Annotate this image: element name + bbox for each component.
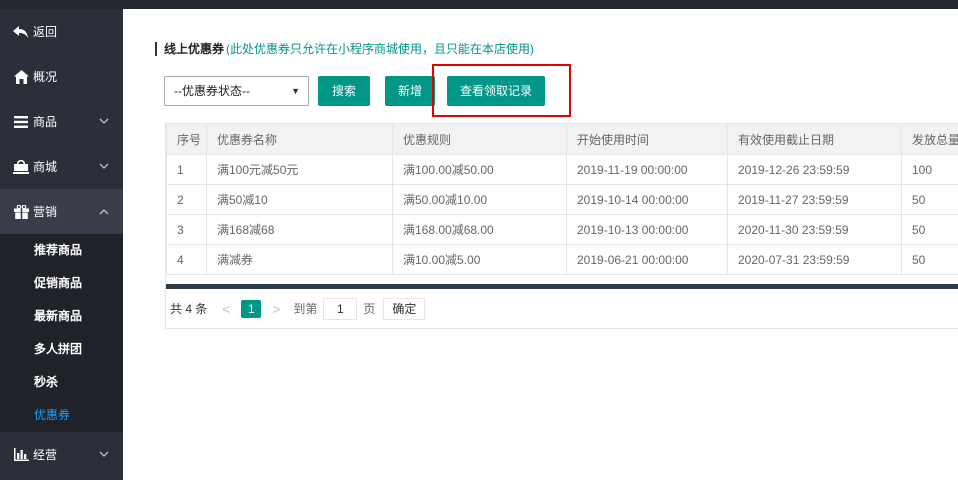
- confirm-page-button[interactable]: 确定: [383, 297, 426, 320]
- column-header: 优惠券名称: [206, 123, 393, 155]
- table-row[interactable]: 4 满减券 满10.00减5.00 2019-06-21 00:00:00 20…: [166, 244, 958, 275]
- sidebar-item-label: 营销: [33, 205, 58, 219]
- list-icon: [13, 114, 29, 130]
- sidebar-subitem-newest[interactable]: 最新商品: [0, 300, 123, 333]
- column-header: 发放总量: [901, 123, 958, 155]
- table-cell: 满168减68: [206, 214, 393, 245]
- table-cell: 50: [901, 244, 958, 275]
- coupon-status-select[interactable]: --优惠券状态-- ▼: [164, 76, 309, 106]
- goto-page-input[interactable]: 1: [323, 297, 358, 320]
- current-page-button[interactable]: 1: [241, 299, 262, 318]
- table-header-row: 序号 优惠券名称 优惠规则 开始使用时间 有效使用截止日期 发放总量: [166, 123, 958, 155]
- marketing-submenu: 推荐商品 促销商品 最新商品 多人拼团 秒杀 优惠券: [0, 234, 123, 432]
- table-cell: 满10.00减5.00: [392, 244, 567, 275]
- sidebar-item-label: 商品: [33, 115, 58, 129]
- table-cell: 2020-07-31 23:59:59: [727, 244, 902, 275]
- sidebar-item-label: 商城: [33, 160, 58, 174]
- table-cell: 2: [166, 184, 207, 215]
- table-cell: 4: [166, 244, 207, 275]
- back-arrow-icon: [13, 24, 29, 40]
- sidebar-subitem-promotion[interactable]: 促销商品: [0, 267, 123, 300]
- sidebar-subitem-flash-sale[interactable]: 秒杀: [0, 366, 123, 399]
- sidebar-subitem-group-buy[interactable]: 多人拼团: [0, 333, 123, 366]
- highlight-box: [432, 64, 571, 117]
- sidebar: 返回 概况 商品 商城 营销 推荐商品 促销商品 最新商品 多人拼团 秒杀 优惠…: [0, 9, 123, 480]
- table-row[interactable]: 2 满50减10 满50.00减10.00 2019-10-14 00:00:0…: [166, 184, 958, 215]
- sidebar-item-business[interactable]: 经营: [0, 432, 123, 477]
- main-content: 线上优惠券 (此处优惠券只允许在小程序商城使用，且只能在本店使用) --优惠券状态…: [123, 9, 958, 480]
- table-cell: 2019-06-21 00:00:00: [566, 244, 728, 275]
- table-cell: 2020-11-30 23:59:59: [727, 214, 902, 245]
- chevron-down-icon: [99, 159, 109, 173]
- sidebar-item-back[interactable]: 返回: [0, 9, 123, 54]
- table-cell: 满50.00减10.00: [392, 184, 567, 215]
- prev-page-button[interactable]: <: [217, 301, 235, 317]
- column-header: 优惠规则: [392, 123, 567, 155]
- sidebar-item-overview[interactable]: 概况: [0, 54, 123, 99]
- table-row[interactable]: 1 满100元减50元 满100.00减50.00 2019-11-19 00:…: [166, 154, 958, 185]
- sidebar-item-label: 概况: [33, 70, 58, 84]
- page-unit-label: 页: [363, 302, 376, 316]
- gift-icon: [13, 204, 29, 220]
- table-cell: 100: [901, 154, 958, 185]
- column-header: 开始使用时间: [566, 123, 728, 155]
- table-cell: 2019-10-13 00:00:00: [566, 214, 728, 245]
- goto-label: 到第: [293, 302, 318, 316]
- table-cell: 2019-12-26 23:59:59: [727, 154, 902, 185]
- table-cell: 50: [901, 184, 958, 215]
- table-cell: 满50减10: [206, 184, 393, 215]
- chevron-down-icon: [99, 447, 109, 461]
- sidebar-subitem-coupons[interactable]: 优惠券: [0, 399, 123, 432]
- sidebar-item-mall[interactable]: 商城: [0, 144, 123, 189]
- table-cell: 满168.00减68.00: [392, 214, 567, 245]
- table-row[interactable]: 3 满168减68 满168.00减68.00 2019-10-13 00:00…: [166, 214, 958, 245]
- table-cell: 满减券: [206, 244, 393, 275]
- table-cell: 满100.00减50.00: [392, 154, 567, 185]
- page-heading: 线上优惠券 (此处优惠券只允许在小程序商城使用，且只能在本店使用): [155, 42, 534, 56]
- table-cell: 2019-11-19 00:00:00: [566, 154, 728, 185]
- column-header: 序号: [166, 123, 207, 155]
- coupon-table: 序号 优惠券名称 优惠规则 开始使用时间 有效使用截止日期 发放总量 1 满10…: [165, 123, 958, 329]
- table-cell: 2019-11-27 23:59:59: [727, 184, 902, 215]
- dropdown-arrow-icon: ▼: [291, 86, 300, 96]
- next-page-button[interactable]: >: [267, 301, 285, 317]
- total-count: 共 4 条: [170, 302, 208, 316]
- column-header: 有效使用截止日期: [727, 123, 902, 155]
- table-cell: 50: [901, 214, 958, 245]
- table-cell: 2019-10-14 00:00:00: [566, 184, 728, 215]
- page-title: 线上优惠券: [164, 42, 225, 56]
- page-note: (此处优惠券只允许在小程序商城使用，且只能在本店使用): [226, 42, 535, 56]
- table-cell: 3: [166, 214, 207, 245]
- sidebar-item-label: 经营: [33, 448, 58, 462]
- sidebar-item-label: 返回: [33, 25, 58, 39]
- top-bar: [0, 0, 958, 9]
- dashboard-icon: [13, 69, 29, 85]
- sidebar-item-goods[interactable]: 商品: [0, 99, 123, 144]
- sidebar-item-marketing[interactable]: 营销: [0, 189, 123, 234]
- sidebar-subitem-recommended[interactable]: 推荐商品: [0, 234, 123, 267]
- table-cell: 1: [166, 154, 207, 185]
- shop-icon: [13, 159, 29, 175]
- pagination: 共 4 条 < 1 > 到第 1 页 确定: [166, 289, 958, 329]
- search-button[interactable]: 搜索: [318, 76, 370, 106]
- bar-chart-icon: [13, 447, 29, 463]
- add-button[interactable]: 新增: [385, 76, 435, 106]
- chevron-up-icon: [99, 204, 109, 218]
- chevron-down-icon: [99, 114, 109, 128]
- select-value: --优惠券状态--: [174, 84, 250, 98]
- table-cell: 满100元减50元: [206, 154, 393, 185]
